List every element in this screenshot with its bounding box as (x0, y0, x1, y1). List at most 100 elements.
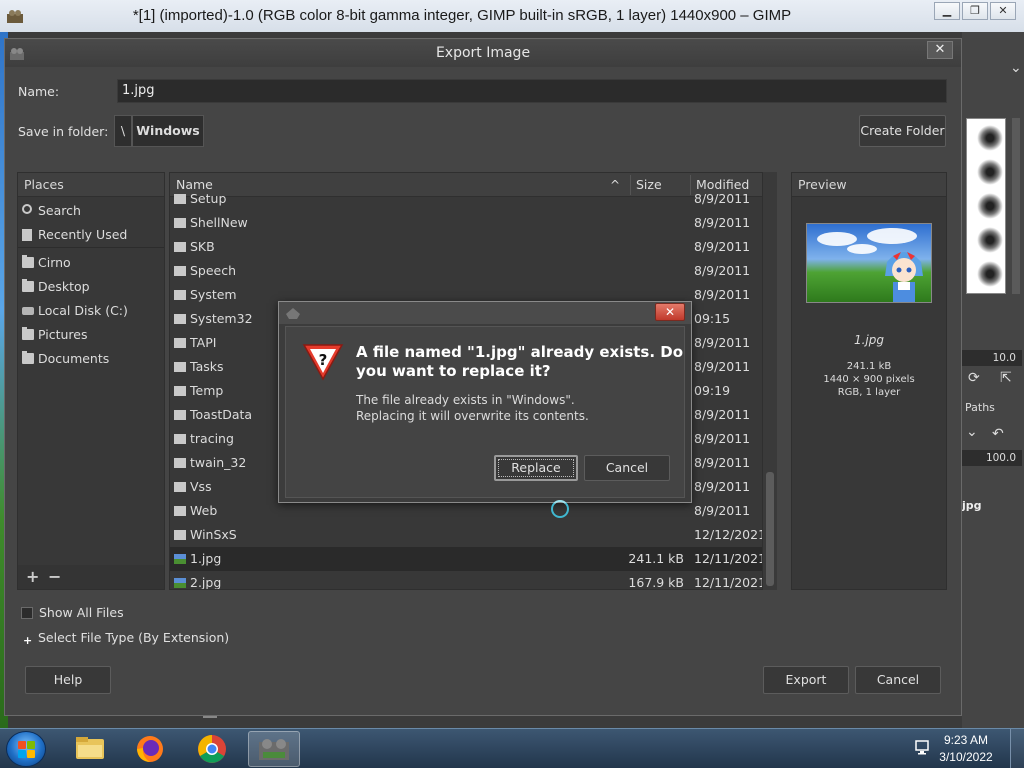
path-windows-button[interactable]: Windows (132, 115, 204, 147)
chevron-down-icon[interactable]: ⌄ (966, 424, 978, 440)
clock-time[interactable]: 9:23 AM (936, 733, 996, 747)
path-root-button[interactable]: \ (114, 115, 132, 147)
file-name: Tasks (190, 359, 224, 374)
place-documents[interactable]: Documents (18, 347, 164, 371)
folder-icon (76, 737, 104, 759)
preview-dimensions: 1440 × 900 pixels (823, 374, 915, 385)
file-name: ToastData (190, 407, 253, 422)
expander-plus-icon[interactable]: + (23, 634, 32, 647)
taskbar-firefox[interactable] (124, 731, 176, 767)
taskbar: 9:23 AM 3/10/2022 (0, 728, 1024, 768)
select-file-type-expander[interactable]: Select File Type (By Extension) (38, 630, 229, 645)
folder-icon (174, 314, 186, 324)
export-brush-icon[interactable]: ⇱ (1000, 370, 1012, 386)
preview-image (806, 223, 932, 303)
place-pictures[interactable]: Pictures (18, 323, 164, 347)
file-name: System32 (190, 311, 253, 326)
file-modified: 12/11/2021 (694, 551, 763, 566)
file-name: TAPI (190, 335, 217, 350)
window-close-button[interactable]: ✕ (990, 2, 1016, 20)
file-modified: 8/9/2011 (694, 503, 751, 518)
place-local-disk[interactable]: Local Disk (C:) (18, 299, 164, 323)
file-name: SKB (190, 239, 215, 254)
save-in-folder-label: Save in folder: (18, 124, 109, 139)
file-modified: 8/9/2011 (694, 191, 751, 206)
file-row[interactable]: Setup 8/9/2011 (170, 187, 762, 211)
resize-grip[interactable] (203, 716, 217, 718)
file-name: 1.jpg (190, 551, 222, 566)
layer-name[interactable]: jpg (962, 496, 1024, 516)
show-desktop-button[interactable] (1010, 729, 1024, 768)
place-search[interactable]: Search (18, 199, 164, 223)
file-modified: 8/9/2011 (694, 215, 751, 230)
opacity-field[interactable]: 100.0 (962, 450, 1022, 466)
file-list-scrollbar[interactable] (763, 172, 777, 590)
network-icon[interactable] (914, 739, 934, 757)
preview-mode: RGB, 1 layer (837, 387, 901, 398)
place-desktop[interactable]: Desktop (18, 275, 164, 299)
start-button[interactable] (6, 731, 46, 767)
tab-paths[interactable]: Paths (962, 398, 1024, 418)
busy-cursor-icon (551, 500, 569, 518)
file-name: Setup (190, 191, 227, 206)
folder-icon (22, 327, 34, 340)
confirm-body: ? A file named "1.jpg" already exists. D… (285, 326, 685, 498)
folder-icon (174, 458, 186, 468)
create-folder-button[interactable]: Create Folder (859, 115, 946, 147)
file-row[interactable]: 2.jpg 167.9 kB 12/11/2021 (170, 571, 762, 589)
file-modified: 09:15 (694, 311, 731, 326)
size-field[interactable]: 10.0 (962, 350, 1022, 366)
gimp-icon (259, 739, 289, 760)
show-all-files-checkbox[interactable] (21, 607, 33, 619)
remove-place-button[interactable]: − (48, 567, 61, 586)
folder-icon (174, 434, 186, 444)
export-button[interactable]: Export (763, 666, 849, 694)
brushes-panel[interactable] (966, 118, 1006, 294)
file-row[interactable]: WinSxS 12/12/2021 (170, 523, 762, 547)
confirm-heading: A file named "1.jpg" already exists. Do … (356, 343, 684, 380)
taskbar-gimp[interactable] (248, 731, 300, 767)
chrome-icon (198, 735, 226, 763)
preview-panel: Preview 1.jpg 241.1 kB 1440 × 900 pixels… (791, 172, 947, 590)
chevron-down-icon[interactable]: ⌄ (1010, 60, 1022, 76)
file-row[interactable]: 1.jpg 241.1 kB 12/11/2021 (170, 547, 762, 571)
preview-size: 241.1 kB (846, 361, 892, 372)
image-file-icon (174, 578, 186, 588)
add-place-button[interactable]: + (26, 567, 39, 586)
cancel-button[interactable]: Cancel (855, 666, 941, 694)
window-title: *[1] (imported)-1.0 (RGB color 8-bit gam… (132, 7, 792, 24)
undo-icon[interactable]: ↶ (992, 426, 1004, 442)
gimp-dock: ⌄ 10.0 ⟳ ⇱ Paths ⌄ ↶ 100.0 jpg (962, 32, 1024, 728)
file-name: WinSxS (190, 527, 237, 542)
file-row[interactable]: ShellNew 8/9/2011 (170, 211, 762, 235)
confirm-cancel-button[interactable]: Cancel (584, 455, 670, 481)
dialog-title: Export Image (435, 45, 531, 61)
taskbar-chrome[interactable] (186, 731, 238, 767)
file-modified: 8/9/2011 (694, 287, 751, 302)
close-icon[interactable]: ✕ (927, 41, 953, 59)
refresh-icon[interactable]: ⟳ (968, 370, 980, 386)
brushes-scrollbar[interactable] (1012, 118, 1020, 294)
file-name: System (190, 287, 237, 302)
file-modified: 09:19 (694, 383, 731, 398)
folder-icon (174, 530, 186, 540)
help-button[interactable]: Help (25, 666, 111, 694)
close-icon[interactable]: ✕ (655, 303, 685, 321)
file-row[interactable]: SKB 8/9/2011 (170, 235, 762, 259)
recent-icon (22, 229, 32, 241)
replace-button[interactable]: Replace (494, 455, 578, 481)
scrollbar-thumb[interactable] (766, 472, 774, 586)
minimize-button[interactable]: ▁ (934, 2, 960, 20)
warning-question-icon: ? (302, 344, 344, 381)
place-cirno[interactable]: Cirno (18, 251, 164, 275)
preview-filename: 1.jpg (853, 333, 885, 347)
taskbar-file-explorer[interactable] (64, 731, 116, 767)
filename-input[interactable]: 1.jpg (117, 79, 947, 103)
restore-button[interactable]: ❐ (962, 2, 988, 20)
svg-text:?: ? (319, 351, 328, 369)
character-illustration (885, 252, 923, 302)
clock-date[interactable]: 3/10/2022 (936, 750, 996, 764)
file-row[interactable]: Speech 8/9/2011 (170, 259, 762, 283)
place-recently-used[interactable]: Recently Used (18, 223, 164, 247)
file-modified: 8/9/2011 (694, 479, 751, 494)
